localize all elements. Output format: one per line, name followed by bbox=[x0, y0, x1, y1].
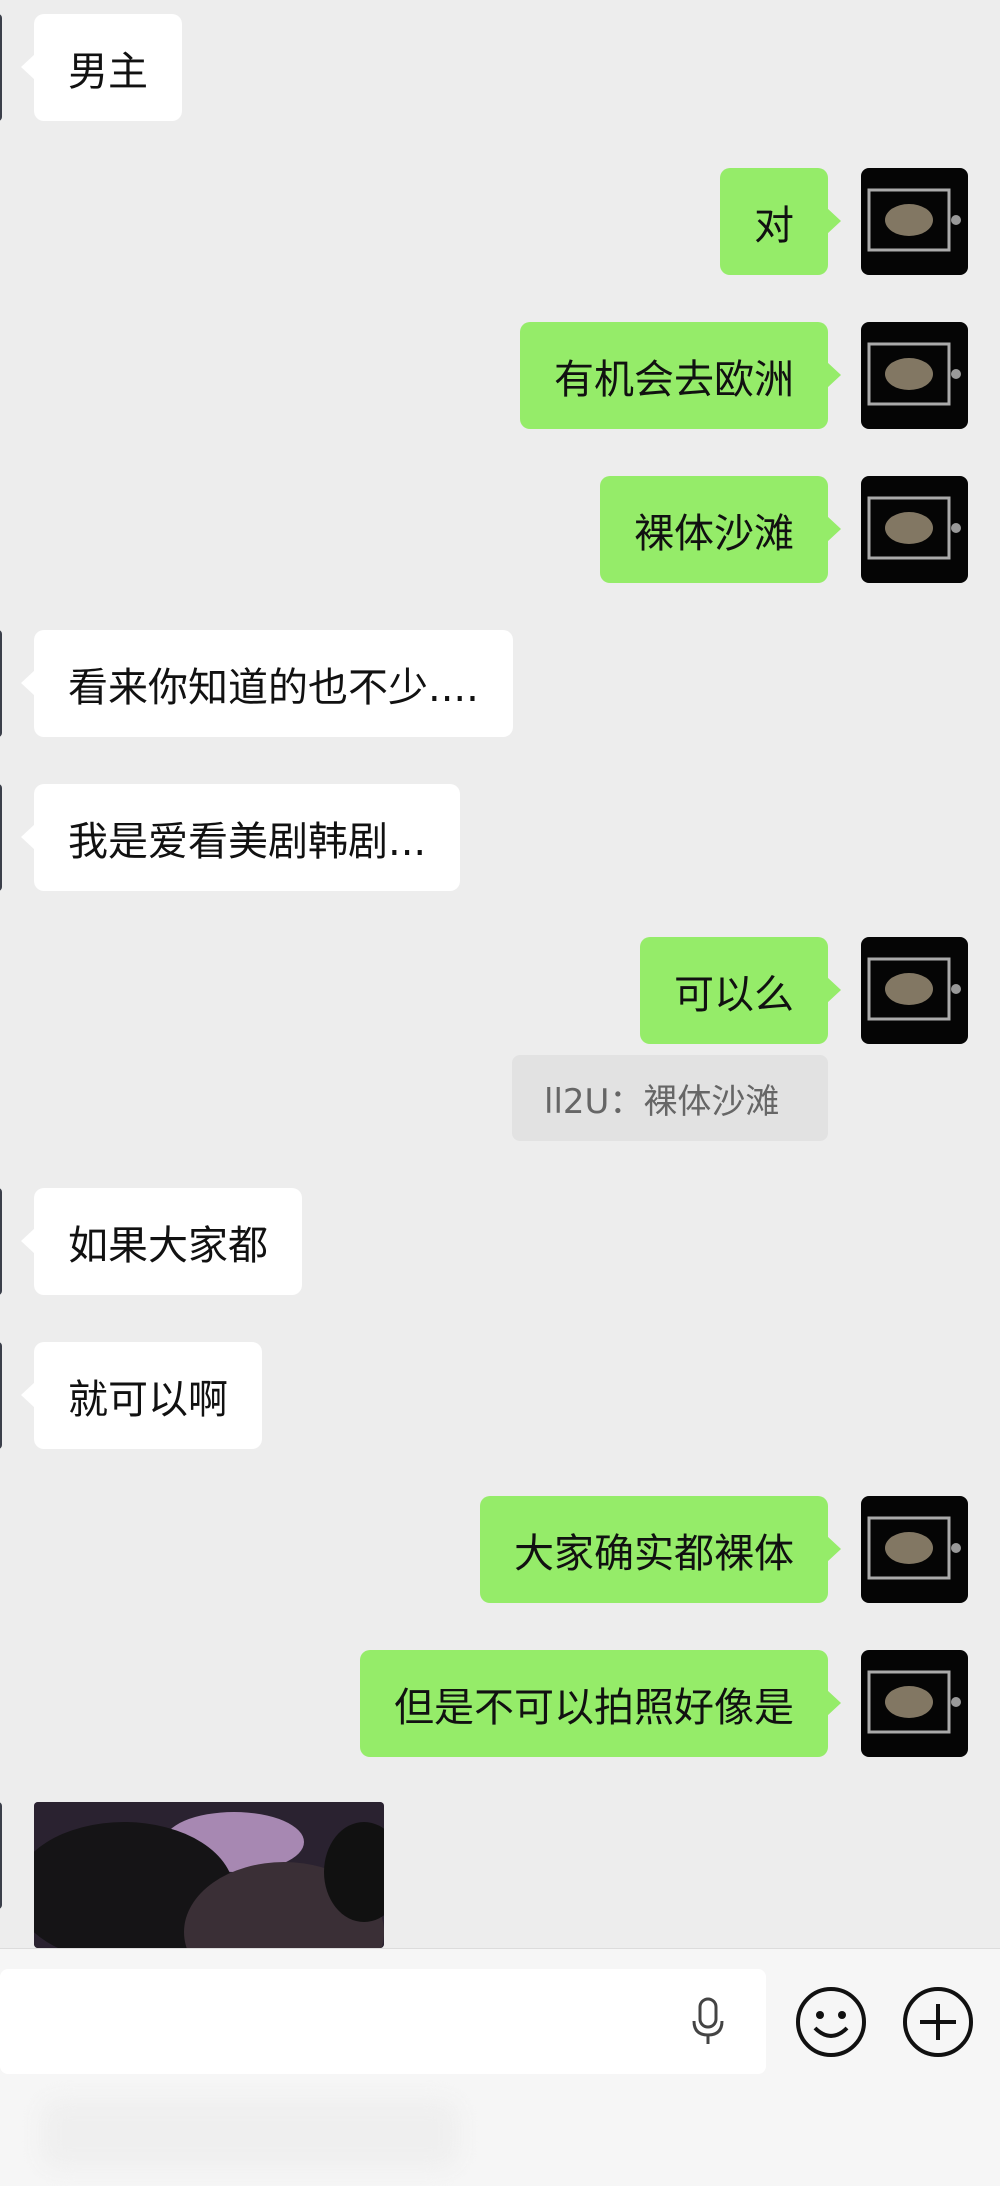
chat-message-list[interactable]: 男主 对 有机会去欧洲 裸体沙滩 看来你知道的也不少.... 我是爱看美剧韩剧.… bbox=[0, 0, 1000, 1948]
contact-avatar[interactable] bbox=[0, 14, 2, 121]
contact-avatar[interactable] bbox=[0, 784, 2, 891]
contact-avatar[interactable] bbox=[0, 1188, 2, 1295]
my-avatar[interactable] bbox=[861, 1496, 968, 1603]
message-bubble-outgoing[interactable]: 对 bbox=[720, 168, 841, 275]
quoted-text: ll2U：裸体沙滩 bbox=[544, 1081, 780, 1122]
contact-avatar[interactable] bbox=[0, 1342, 2, 1449]
message-bubble-incoming[interactable]: 男主 bbox=[21, 14, 182, 121]
message-bubble-incoming[interactable]: 就可以啊 bbox=[21, 1342, 262, 1449]
contact-avatar[interactable] bbox=[0, 1802, 2, 1909]
message-bubble-incoming[interactable]: 我是爱看美剧韩剧... bbox=[20, 784, 461, 891]
quoted-reply[interactable]: ll2U：裸体沙滩 bbox=[512, 1055, 828, 1141]
message-text: 男主 bbox=[68, 48, 148, 95]
message-text: 可以么 bbox=[674, 971, 794, 1018]
message-text: 看来你知道的也不少.... bbox=[68, 664, 479, 711]
message-bubble-incoming[interactable]: 如果大家都 bbox=[21, 1188, 302, 1295]
my-avatar[interactable] bbox=[861, 168, 968, 275]
message-text: 对 bbox=[754, 202, 794, 249]
my-avatar[interactable] bbox=[861, 1650, 968, 1757]
message-bubble-incoming[interactable]: 看来你知道的也不少.... bbox=[21, 630, 513, 737]
message-bubble-outgoing[interactable]: 有机会去欧洲 bbox=[520, 322, 841, 429]
message-text: 裸体沙滩 bbox=[634, 510, 794, 557]
input-toolbar bbox=[0, 1948, 1000, 2186]
message-input[interactable] bbox=[0, 1969, 766, 2074]
message-bubble-outgoing[interactable]: 裸体沙滩 bbox=[600, 476, 841, 583]
image-message[interactable] bbox=[34, 1802, 384, 1948]
contact-avatar[interactable] bbox=[0, 630, 2, 737]
message-bubble-outgoing[interactable]: 可以么 bbox=[640, 937, 841, 1044]
plus-icon[interactable] bbox=[902, 1986, 974, 2058]
my-avatar[interactable] bbox=[861, 937, 968, 1044]
message-bubble-outgoing[interactable]: 但是不可以拍照好像是 bbox=[360, 1650, 841, 1757]
smiley-icon[interactable] bbox=[795, 1986, 867, 2058]
message-text: 大家确实都裸体 bbox=[514, 1530, 794, 1577]
message-text: 但是不可以拍照好像是 bbox=[394, 1684, 794, 1731]
my-avatar[interactable] bbox=[861, 476, 968, 583]
microphone-icon[interactable] bbox=[688, 1997, 728, 2047]
message-text: 有机会去欧洲 bbox=[554, 356, 794, 403]
blurred-area bbox=[40, 2099, 460, 2169]
message-text: 我是爱看美剧韩剧... bbox=[68, 818, 427, 865]
message-text: 如果大家都 bbox=[68, 1222, 268, 1269]
my-avatar[interactable] bbox=[861, 322, 968, 429]
message-bubble-outgoing[interactable]: 大家确实都裸体 bbox=[480, 1496, 841, 1603]
message-text: 就可以啊 bbox=[68, 1376, 228, 1423]
